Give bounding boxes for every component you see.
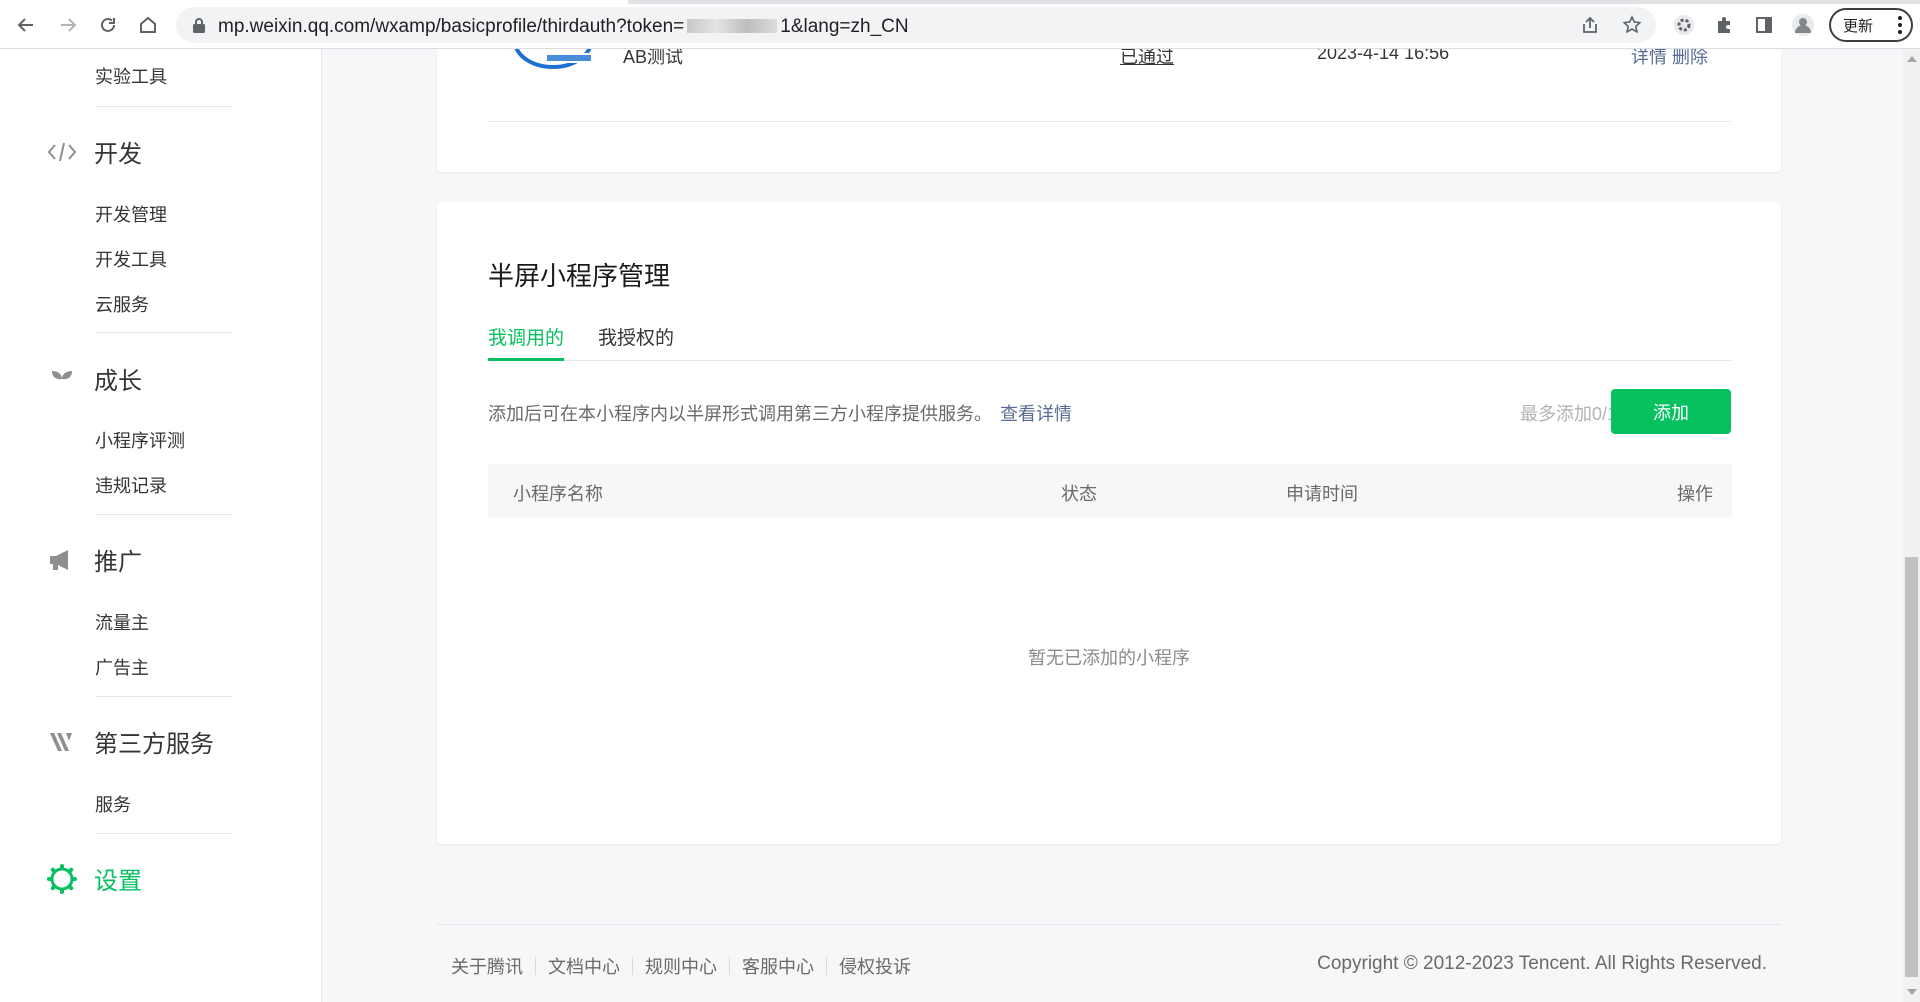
footer-separator: [535, 957, 536, 975]
tab-i-invoked[interactable]: 我调用的: [488, 323, 565, 361]
app-status[interactable]: 已通过: [1120, 49, 1174, 69]
third-party-icon: [46, 726, 78, 758]
sidebar: 实验工具 开发 开发管理 开发工具 云服务 成长 小程序评测 违规记录 推广 流…: [0, 49, 322, 1002]
gear-icon: [46, 863, 78, 895]
extensions-puzzle-icon[interactable]: [1710, 11, 1738, 39]
tab-i-authorized[interactable]: 我授权的: [598, 323, 674, 361]
bookmark-star-icon[interactable]: [1620, 13, 1644, 37]
address-bar[interactable]: mp.weixin.qq.com/wxamp/basicprofile/thir…: [176, 7, 1656, 43]
scrollbar-thumb[interactable]: [1905, 557, 1918, 977]
footer-link-support[interactable]: 客服中心: [742, 953, 814, 979]
footer-link-infringement[interactable]: 侵权投诉: [839, 953, 911, 979]
empty-state-text: 暂无已添加的小程序: [1028, 648, 1190, 668]
sidebar-section-develop[interactable]: 开发: [46, 134, 142, 169]
footer-link-about-tencent[interactable]: 关于腾讯: [451, 953, 523, 979]
scroll-down-arrow-icon[interactable]: [1907, 989, 1917, 995]
footer-link-rules[interactable]: 规则中心: [645, 953, 717, 979]
column-header-name: 小程序名称: [513, 484, 603, 504]
url-text[interactable]: mp.weixin.qq.com/wxamp/basicprofile/thir…: [218, 16, 909, 38]
sidebar-divider: [95, 514, 233, 515]
column-header-actions: 操作: [1677, 484, 1713, 504]
sidebar-item-advertiser[interactable]: 广告主: [95, 654, 149, 680]
app-actions[interactable]: 详情 删除: [1631, 49, 1708, 69]
footer-separator: [632, 957, 633, 975]
footer-separator: [729, 957, 730, 975]
sidebar-item-violation-records[interactable]: 违规记录: [95, 472, 167, 498]
sidebar-section-growth[interactable]: 成长: [46, 361, 142, 396]
app-name: AB测试: [623, 49, 684, 67]
view-details-link[interactable]: 查看详情: [1000, 404, 1072, 424]
sidebar-section-settings[interactable]: 设置: [46, 861, 142, 896]
tab-bar: 我调用的 我授权的: [488, 323, 1732, 361]
footer-separator: [826, 957, 827, 975]
home-icon[interactable]: [134, 11, 162, 39]
side-panel-icon[interactable]: [1750, 11, 1778, 39]
back-icon[interactable]: [12, 11, 40, 39]
lock-icon: [193, 18, 205, 33]
footer-links: 关于腾讯 文档中心 规则中心 客服中心 侵权投诉: [451, 953, 911, 979]
code-icon: [46, 136, 78, 168]
forward-icon[interactable]: [54, 11, 82, 39]
footer-divider: [437, 924, 1781, 925]
browser-toolbar: mp.weixin.qq.com/wxamp/basicprofile/thir…: [0, 0, 1920, 49]
sidebar-item-mini-program-review[interactable]: 小程序评测: [95, 427, 185, 453]
third-party-logo: [514, 49, 593, 69]
sidebar-divider: [95, 332, 233, 333]
add-button[interactable]: 添加: [1611, 389, 1731, 434]
sidebar-item-dev-tools[interactable]: 开发工具: [95, 246, 167, 272]
megaphone-icon: [46, 544, 78, 576]
description-text: 添加后可在本小程序内以半屏形式调用第三方小程序提供服务。 查看详情: [488, 404, 1072, 424]
sidebar-item-experiment-tools[interactable]: 实验工具: [95, 63, 167, 89]
footer-link-docs[interactable]: 文档中心: [548, 953, 620, 979]
scroll-up-arrow-icon[interactable]: [1907, 56, 1917, 62]
section-title: 半屏小程序管理: [488, 261, 671, 291]
sidebar-divider: [95, 106, 233, 107]
tab-strip-edge: [0, 0, 1920, 4]
page-scrollbar[interactable]: [1903, 49, 1920, 1002]
sidebar-item-cloud-service[interactable]: 云服务: [95, 291, 149, 317]
third-party-auth-card: AB测试 已通过 2023-4-14 16:56 详情 删除: [437, 49, 1781, 172]
profile-avatar-icon[interactable]: [1789, 11, 1817, 39]
reload-icon[interactable]: [94, 11, 122, 39]
column-header-status: 状态: [1061, 484, 1097, 504]
column-header-apply-time: 申请时间: [1286, 484, 1358, 504]
table-header: 小程序名称 状态 申请时间 操作: [488, 464, 1732, 518]
redacted-token: [687, 19, 778, 33]
add-limit-text: 最多添加0/10: [1519, 404, 1627, 424]
extension-gear-icon[interactable]: [1670, 11, 1698, 39]
kebab-menu-icon: [1898, 16, 1902, 37]
copyright-text: Copyright © 2012-2023 Tencent. All Right…: [1317, 953, 1767, 974]
sprout-icon: [46, 363, 78, 395]
sidebar-item-traffic-owner[interactable]: 流量主: [95, 609, 149, 635]
sidebar-divider: [95, 696, 233, 697]
share-icon[interactable]: [1578, 13, 1602, 37]
sidebar-section-promotion[interactable]: 推广: [46, 542, 142, 577]
sidebar-item-services[interactable]: 服务: [95, 791, 131, 817]
half-screen-management-card: 半屏小程序管理 我调用的 我授权的 添加后可在本小程序内以半屏形式调用第三方小程…: [437, 202, 1781, 844]
sidebar-divider: [95, 833, 233, 834]
sidebar-section-third-party[interactable]: 第三方服务: [46, 724, 214, 759]
app-time: 2023-4-14 16:56: [1317, 49, 1450, 63]
browser-update-button[interactable]: 更新: [1829, 8, 1913, 42]
sidebar-item-dev-management[interactable]: 开发管理: [95, 201, 167, 227]
table-row-divider: [487, 121, 1731, 122]
